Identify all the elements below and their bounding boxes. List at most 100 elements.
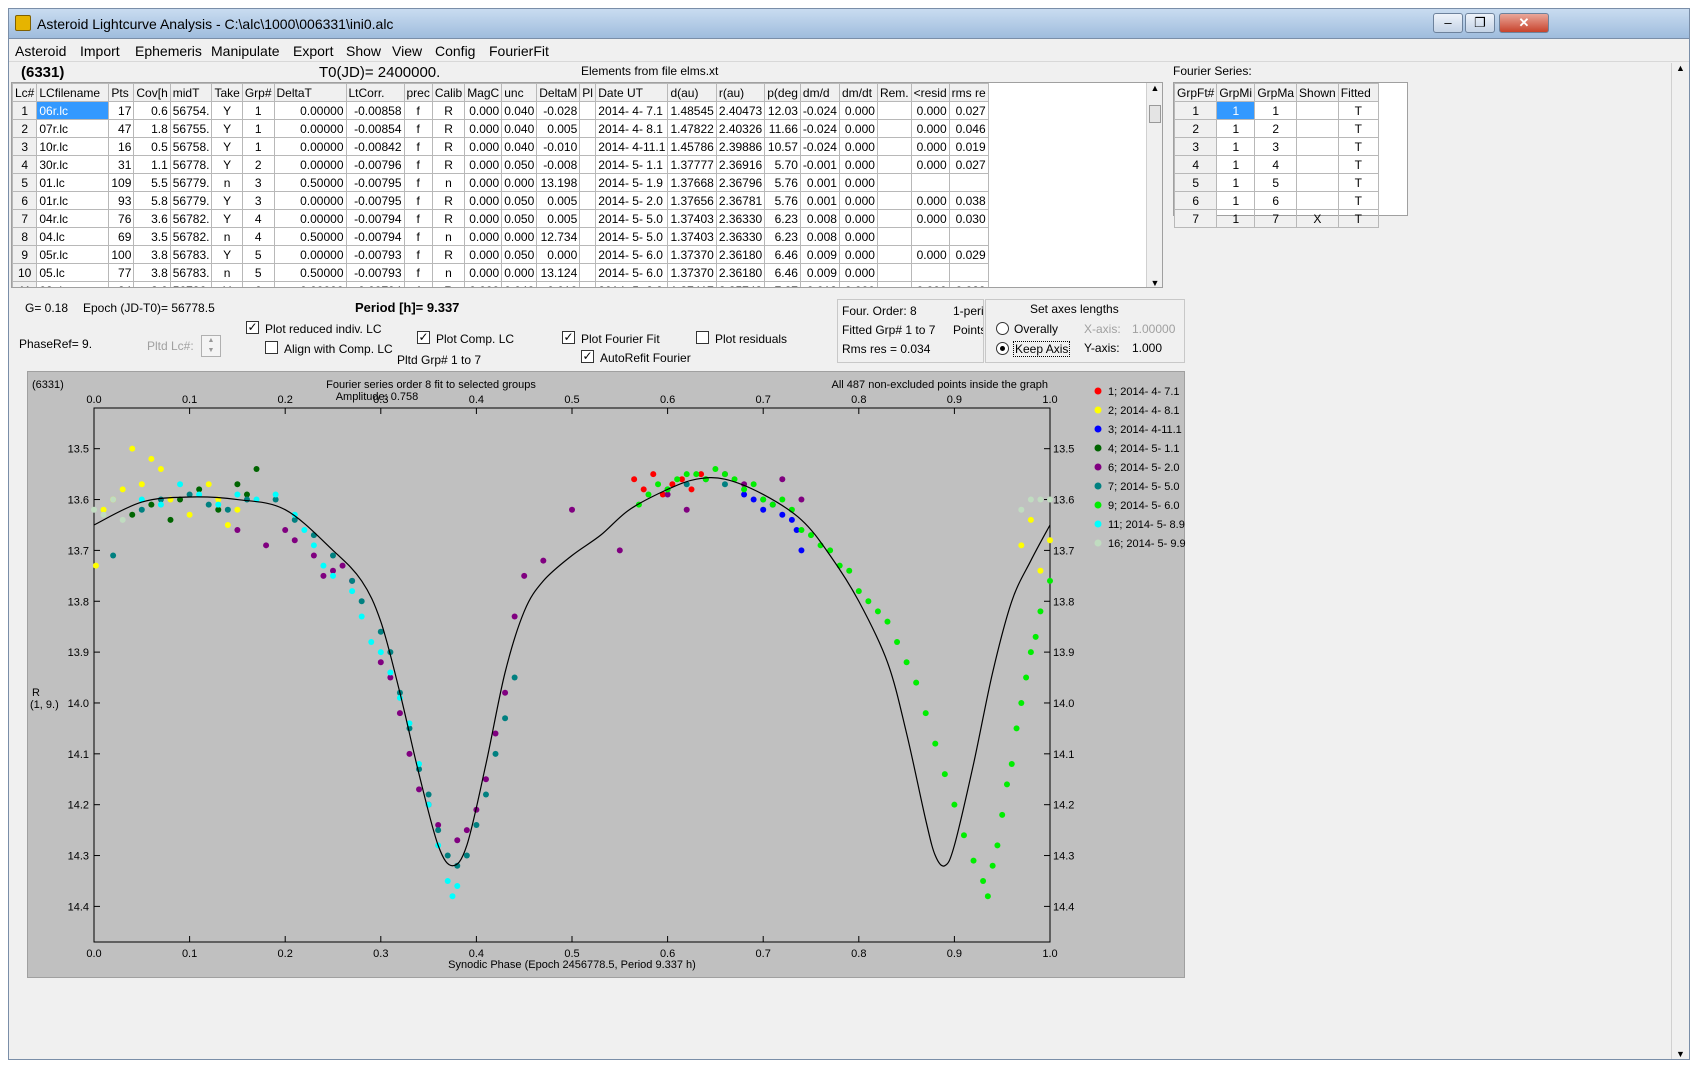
fs-col-header[interactable]: Fitted bbox=[1337, 83, 1379, 102]
table-cell[interactable]: 6.23 bbox=[764, 209, 801, 228]
fs-cell[interactable]: 1 bbox=[1254, 101, 1298, 120]
table-row[interactable]: 5 01.lc 109 5.5 56779. n 3 0.50000 -0.00795 f n 0.0… bbox=[12, 173, 989, 192]
table-cell[interactable]: 13.198 bbox=[536, 173, 581, 192]
fs-cell[interactable]: 6 bbox=[1254, 191, 1298, 210]
table-cell[interactable]: 1.37777 bbox=[667, 155, 717, 174]
table-cell[interactable] bbox=[579, 155, 597, 174]
table-cell[interactable]: Y bbox=[211, 137, 243, 156]
table-cell[interactable] bbox=[579, 119, 597, 138]
table-cell[interactable]: 2.36180 bbox=[715, 245, 766, 264]
fs-cell[interactable] bbox=[1296, 101, 1339, 120]
table-cell[interactable]: 3 bbox=[241, 191, 275, 210]
fs-row[interactable]: 717XT bbox=[1173, 209, 1379, 228]
table-cell[interactable]: R bbox=[431, 209, 466, 228]
table-cell[interactable]: 0.000 bbox=[910, 191, 950, 210]
table-cell[interactable]: 0.040 bbox=[501, 281, 538, 287]
table-cell[interactable]: 0.008 bbox=[799, 227, 840, 246]
table-row[interactable]: 9 05r.lc 100 3.8 56783. Y 5 0.00000 -0.00793 f R 0.… bbox=[12, 245, 989, 264]
maximize-button[interactable]: ❐ bbox=[1465, 13, 1495, 33]
scroll-thumb[interactable] bbox=[1149, 105, 1161, 123]
table-cell[interactable]: -0.00796 bbox=[345, 155, 405, 174]
lc-col-header[interactable]: unc bbox=[501, 83, 538, 102]
fs-cell[interactable]: 5 bbox=[1254, 173, 1298, 192]
lc-col-header[interactable]: MagC bbox=[464, 83, 503, 102]
table-cell[interactable]: -0.00795 bbox=[345, 173, 405, 192]
table-cell[interactable] bbox=[910, 173, 950, 192]
window-scroll-down-icon[interactable]: ▼ bbox=[1672, 1049, 1689, 1059]
table-cell[interactable]: 0.000 bbox=[501, 227, 538, 246]
table-cell[interactable]: f bbox=[403, 191, 433, 210]
table-cell[interactable]: 0.50000 bbox=[273, 227, 347, 246]
window-scroll-up-icon[interactable]: ▲ bbox=[1672, 63, 1689, 73]
fs-cell[interactable]: 2 bbox=[1254, 119, 1298, 138]
table-cell[interactable]: 2014- 5- 1.1 bbox=[595, 155, 669, 174]
table-row[interactable]: 6 01r.lc 93 5.8 56779. Y 3 0.00000 -0.00795 f R 0.0… bbox=[12, 191, 989, 210]
table-cell[interactable]: -0.010 bbox=[536, 137, 581, 156]
table-cell[interactable]: 3.8 bbox=[133, 263, 171, 282]
table-scrollbar[interactable]: ▲ ▼ bbox=[1146, 83, 1162, 287]
table-cell[interactable]: 56758. bbox=[169, 137, 213, 156]
fs-row[interactable]: 313 T bbox=[1173, 137, 1379, 156]
table-cell[interactable]: 0.019 bbox=[948, 137, 989, 156]
lc-col-header[interactable]: Take bbox=[211, 83, 243, 102]
lc-col-header[interactable]: DeltaT bbox=[273, 83, 347, 102]
lc-col-header[interactable]: rms re bbox=[948, 83, 989, 102]
table-cell[interactable]: 76 bbox=[108, 209, 135, 228]
table-cell[interactable]: 0.013 bbox=[799, 281, 840, 287]
table-cell[interactable]: 0.038 bbox=[948, 191, 989, 210]
table-cell[interactable]: 01.lc bbox=[36, 173, 110, 192]
table-cell[interactable]: 0.005 bbox=[536, 119, 581, 138]
table-cell[interactable]: 0.000 bbox=[910, 155, 950, 174]
lc-col-header[interactable]: Calib bbox=[431, 83, 466, 102]
lc-col-header[interactable]: LtCorr. bbox=[345, 83, 405, 102]
table-cell[interactable]: 1.1 bbox=[133, 155, 171, 174]
table-cell[interactable]: 07r.lc bbox=[36, 119, 110, 138]
table-cell[interactable]: 56786. bbox=[169, 281, 213, 287]
lightcurve-plot[interactable]: 0.0 0.0 0.1 0.1 0.2 0.2 0.3 0.3 0.4 0.4 0.5 0.5 0.6 0… bbox=[28, 372, 1186, 982]
table-cell[interactable]: 0.000 bbox=[910, 137, 950, 156]
fs-cell[interactable]: 1 bbox=[1216, 155, 1256, 174]
fs-cell[interactable]: 3 bbox=[1173, 137, 1218, 156]
table-cell[interactable]: 1.37403 bbox=[667, 227, 717, 246]
lc-col-header[interactable]: Rem. bbox=[876, 83, 912, 102]
table-cell[interactable]: 0.5 bbox=[133, 137, 171, 156]
table-row[interactable]: 2 07r.lc 47 1.8 56755. Y 1 0.00000 -0.00854 f R 0.0… bbox=[12, 119, 989, 138]
fs-cell[interactable]: 1 bbox=[1216, 209, 1256, 228]
table-cell[interactable] bbox=[876, 137, 912, 156]
table-cell[interactable]: 10r.lc bbox=[36, 137, 110, 156]
table-row[interactable]: 10 05.lc 77 3.8 56783. n 5 0.50000 -0.00793 f n 0.0… bbox=[12, 263, 989, 282]
table-cell[interactable]: 0.000 bbox=[464, 155, 503, 174]
table-cell[interactable]: 2014- 5- 6.0 bbox=[595, 245, 669, 264]
table-cell[interactable]: 0.000 bbox=[838, 191, 878, 210]
table-cell[interactable]: 6.23 bbox=[764, 227, 801, 246]
table-cell[interactable]: 4 bbox=[241, 227, 275, 246]
table-cell[interactable]: 2014- 5- 5.0 bbox=[595, 209, 669, 228]
table-cell[interactable]: 0.000 bbox=[536, 245, 581, 264]
lc-col-header[interactable]: dm/dt bbox=[838, 83, 878, 102]
table-cell[interactable]: 0.000 bbox=[838, 245, 878, 264]
table-cell[interactable] bbox=[579, 101, 597, 120]
lc-col-header[interactable]: r(au) bbox=[715, 83, 766, 102]
fs-col-header[interactable]: GrpMa bbox=[1254, 83, 1298, 102]
table-cell[interactable]: 0.000 bbox=[838, 227, 878, 246]
table-cell[interactable]: 11.66 bbox=[764, 119, 801, 138]
fs-cell[interactable]: 4 bbox=[1254, 155, 1298, 174]
table-cell[interactable]: -0.024 bbox=[799, 101, 840, 120]
table-cell[interactable]: 0.000 bbox=[501, 173, 538, 192]
table-row[interactable]: 4 30r.lc 31 1.1 56778. Y 2 0.00000 -0.00796 f R 0.0… bbox=[12, 155, 989, 174]
table-cell[interactable]: R bbox=[431, 191, 466, 210]
table-cell[interactable]: 56782. bbox=[169, 209, 213, 228]
table-cell[interactable]: 1 bbox=[241, 119, 275, 138]
fs-cell[interactable]: 1 bbox=[1173, 101, 1218, 120]
table-cell[interactable]: 0.00000 bbox=[273, 101, 347, 120]
overally-radio[interactable] bbox=[996, 322, 1009, 335]
table-cell[interactable]: n bbox=[211, 227, 243, 246]
table-cell[interactable]: 0.027 bbox=[948, 101, 989, 120]
table-cell[interactable]: 2.36330 bbox=[715, 227, 766, 246]
fs-cell[interactable]: 1 bbox=[1216, 191, 1256, 210]
fs-cell[interactable]: 6 bbox=[1173, 191, 1218, 210]
lc-col-header[interactable]: DeltaM bbox=[536, 83, 581, 102]
fs-cell[interactable]: 1 bbox=[1216, 101, 1256, 120]
fs-cell[interactable] bbox=[1296, 155, 1339, 174]
table-cell[interactable]: n bbox=[431, 173, 466, 192]
